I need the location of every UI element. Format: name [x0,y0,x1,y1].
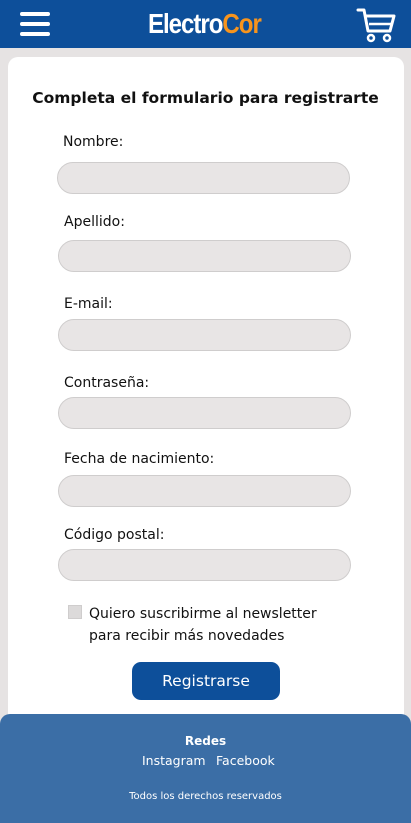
footer: Redes Instagram Facebook Todos los derec… [0,714,411,823]
hamburger-menu-icon[interactable] [20,11,50,37]
nombre-input[interactable] [57,162,350,194]
logo-text-electro: Electro [148,8,223,39]
register-button[interactable]: Registrarse [132,662,280,700]
password-input[interactable] [58,397,351,429]
label-contrasena: Contraseña: [64,375,150,391]
header-bar: ElectroCor [0,0,411,48]
label-codigo-postal: Código postal: [64,527,165,543]
birthdate-input[interactable] [58,475,351,507]
label-fecha-nacimiento: Fecha de nacimiento: [64,451,215,467]
newsletter-label[interactable]: Quiero suscribirme al newsletter para re… [89,603,349,647]
apellido-input[interactable] [58,240,351,272]
postal-code-input[interactable] [58,549,351,581]
label-email: E-mail: [64,296,113,312]
facebook-link[interactable]: Facebook [216,753,275,768]
copyright-text: Todos los derechos reservados [129,791,282,802]
footer-title: Redes [184,734,227,748]
form-title: Completa el formulario para registrarte [32,89,379,107]
logo-text-cor: Cor [222,8,261,39]
label-apellido: Apellido: [64,214,125,230]
shopping-cart-icon[interactable] [356,7,396,43]
email-input[interactable] [58,319,351,351]
label-nombre: Nombre: [63,134,124,150]
instagram-link[interactable]: Instagram [142,753,206,768]
logo[interactable]: ElectroCor [148,6,262,42]
newsletter-checkbox[interactable] [68,605,82,619]
